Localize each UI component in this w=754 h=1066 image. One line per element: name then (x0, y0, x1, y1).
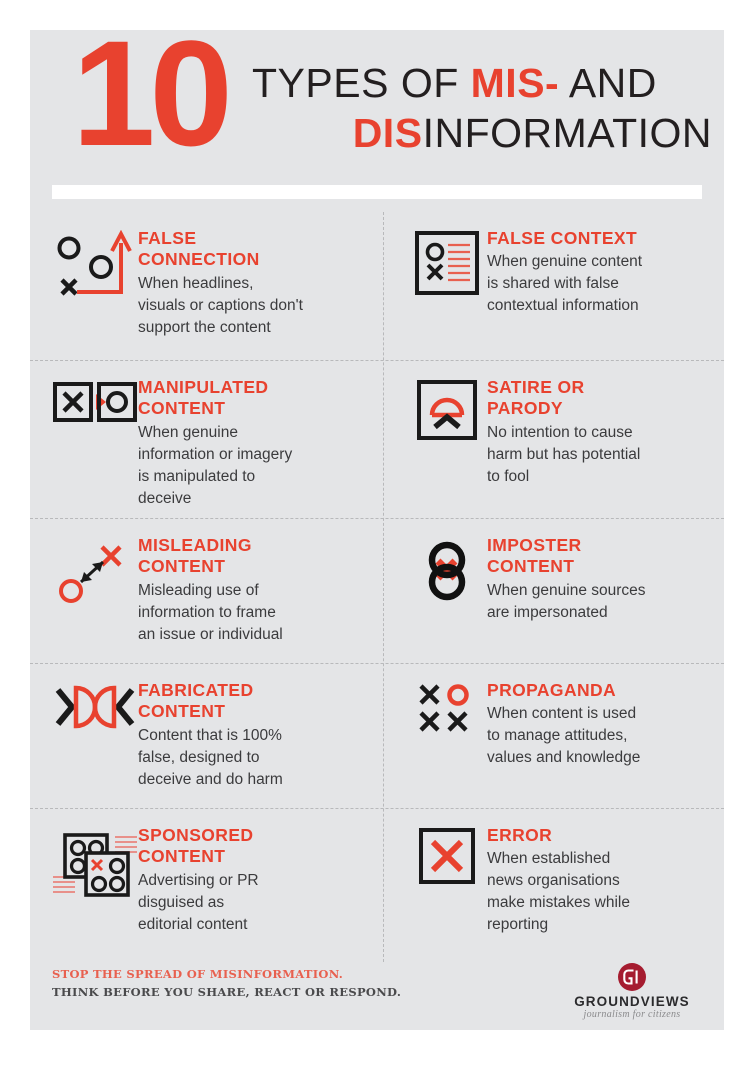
item-description: When content is used to manage attitudes… (487, 705, 641, 767)
boxed-x-arrow-boxed-circle-icon (52, 375, 138, 425)
headline-line-1: TYPES OF MIS- AND (252, 58, 712, 108)
framed-circle-x-lines-icon (407, 226, 487, 296)
headline-line1-post: AND (559, 60, 657, 106)
item-false-context: FALSE CONTEXT When genuine content is sh… (383, 212, 724, 360)
item-text: FALSE CONNECTION When headlines, visuals… (138, 226, 383, 339)
item-text: ERROR When established news organisation… (487, 823, 724, 936)
logo-name: GROUNDVIEWS (574, 994, 690, 1009)
headline-line2-accent: DIS (352, 110, 423, 157)
item-description: When genuine information or imagery is m… (138, 423, 293, 507)
item-title: PROPAGANDA (487, 680, 617, 700)
item-error: ERROR When established news organisation… (383, 809, 724, 962)
grid-row: SPONSORED CONTENT Advertising or PR disg… (30, 808, 724, 962)
item-text: SATIRE OR PARODY No intention to cause h… (487, 375, 724, 488)
grid-row: MISLEADING CONTENT Misleading use of inf… (30, 518, 724, 663)
item-text: IMPOSTER CONTENT When genuine sources ar… (487, 533, 724, 624)
headline-line1-accent: MIS- (470, 60, 560, 106)
grid-row: FALSE CONNECTION When headlines, visuals… (30, 212, 724, 360)
overlapping-circles-x-icon (407, 533, 487, 607)
headline-line1-pre: TYPES OF (252, 60, 471, 106)
groundviews-logo[interactable]: GROUNDVIEWS journalism for citizens (562, 962, 702, 1020)
item-description: Content that is 100% false, designed to … (138, 726, 283, 788)
headline-number: 10 (72, 30, 233, 177)
header-divider-bar (52, 185, 702, 199)
item-title: IMPOSTER CONTENT (487, 535, 582, 577)
footer-call-to-action: STOP THE SPREAD OF MISINFORMATION. THINK… (52, 966, 401, 1002)
item-text: FABRICATED CONTENT Content that is 100% … (138, 678, 383, 791)
poster-footer: STOP THE SPREAD OF MISINFORMATION. THINK… (30, 962, 724, 1030)
item-description: When genuine content is shared with fals… (487, 253, 643, 315)
item-title: FABRICATED CONTENT (138, 680, 254, 722)
item-text: MISLEADING CONTENT Misleading use of inf… (138, 533, 383, 646)
footer-line-1: STOP THE SPREAD OF MISINFORMATION. (52, 967, 344, 981)
x-o-grid-icon (407, 678, 487, 740)
groundviews-logo-mark (618, 963, 646, 991)
item-text: SPONSORED CONTENT Advertising or PR disg… (138, 823, 383, 936)
item-description: When headlines, visuals or captions don'… (138, 274, 303, 336)
item-title: SPONSORED CONTENT (138, 825, 254, 867)
item-description: When genuine sources are impersonated (487, 581, 646, 621)
circles-x-arrow-icon (52, 226, 138, 302)
item-title: FALSE CONNECTION (138, 228, 260, 270)
headline-line2-post: INFORMATION (422, 110, 712, 157)
item-sponsored-content: SPONSORED CONTENT Advertising or PR disg… (30, 809, 383, 962)
headline-title: TYPES OF MIS- AND DISINFORMATION (252, 58, 712, 158)
item-title: ERROR (487, 825, 553, 845)
item-manipulated-content: MANIPULATED CONTENT When genuine informa… (30, 361, 383, 518)
item-description: When established news organisations make… (487, 850, 630, 934)
item-imposter-content: IMPOSTER CONTENT When genuine sources ar… (383, 519, 724, 663)
item-title: FALSE CONTEXT (487, 228, 638, 248)
item-title: MANIPULATED CONTENT (138, 377, 269, 419)
infographic-poster: 10 TYPES OF MIS- AND DISINFORMATION FALS… (30, 30, 724, 1030)
bowtie-chevrons-icon (52, 678, 138, 732)
footer-line-2: THINK BEFORE YOU SHARE, REACT OR RESPOND… (52, 984, 402, 999)
poster-header: 10 TYPES OF MIS- AND DISINFORMATION (30, 30, 724, 190)
grid-row: FABRICATED CONTENT Content that is 100% … (30, 663, 724, 808)
item-title: SATIRE OR PARODY (487, 377, 585, 419)
circle-arrow-x-icon (52, 533, 138, 609)
headline-line-2: DISINFORMATION (252, 108, 712, 158)
item-description: No intention to cause harm but has poten… (487, 423, 641, 485)
grid-row: MANIPULATED CONTENT When genuine informa… (30, 360, 724, 518)
item-text: MANIPULATED CONTENT When genuine informa… (138, 375, 383, 510)
item-text: PROPAGANDA When content is used to manag… (487, 678, 724, 769)
framed-arch-chevron-icon (407, 375, 487, 441)
boxed-red-x-icon (407, 823, 487, 885)
item-title: MISLEADING CONTENT (138, 535, 252, 577)
item-false-connection: FALSE CONNECTION When headlines, visuals… (30, 212, 383, 360)
item-text: FALSE CONTEXT When genuine content is sh… (487, 226, 724, 317)
overlapping-squares-circles-icon (52, 823, 138, 903)
item-misleading-content: MISLEADING CONTENT Misleading use of inf… (30, 519, 383, 663)
item-description: Advertising or PR disguised as editorial… (138, 871, 259, 933)
item-fabricated-content: FABRICATED CONTENT Content that is 100% … (30, 664, 383, 808)
items-grid: FALSE CONNECTION When headlines, visuals… (30, 212, 724, 962)
item-propaganda: PROPAGANDA When content is used to manag… (383, 664, 724, 808)
logo-tagline: journalism for citizens (583, 1009, 681, 1020)
item-description: Misleading use of information to frame a… (138, 581, 283, 643)
item-satire-or-parody: SATIRE OR PARODY No intention to cause h… (383, 361, 724, 518)
